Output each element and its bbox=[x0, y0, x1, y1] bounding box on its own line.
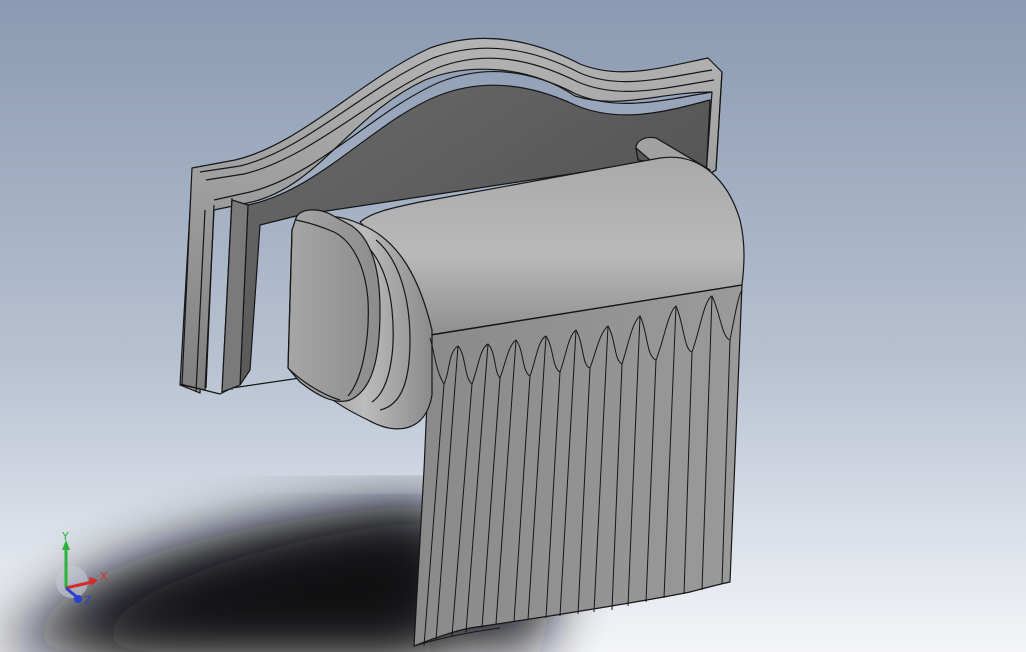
orientation-triad[interactable]: Y X Z bbox=[48, 532, 112, 608]
z-axis-label: Z bbox=[84, 594, 92, 607]
x-axis-label: X bbox=[100, 570, 108, 583]
graphics-viewport[interactable]: Y X Z bbox=[0, 0, 1026, 652]
x-axis-arrow bbox=[89, 577, 98, 586]
model-scene[interactable] bbox=[0, 0, 1026, 652]
y-axis-label: Y bbox=[61, 532, 69, 543]
z-axis-arrow bbox=[74, 595, 82, 603]
